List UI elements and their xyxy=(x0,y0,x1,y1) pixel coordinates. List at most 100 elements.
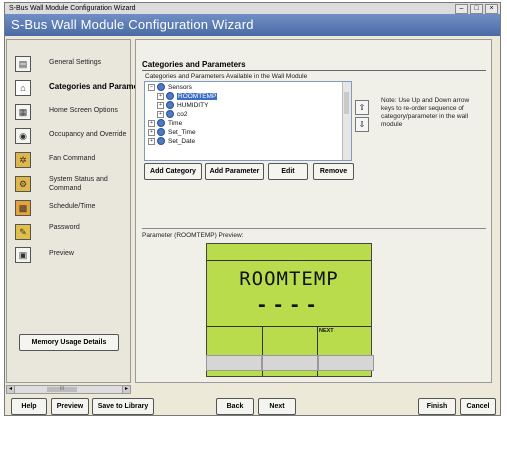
scroll-thumb[interactable]: III xyxy=(47,387,77,392)
window-controls: – □ × xyxy=(455,4,498,14)
sidebar-horizontal-scrollbar[interactable]: ◂ III ▸ xyxy=(6,385,131,394)
sidebar-item-categories[interactable]: ⌂ Categories and Parame xyxy=(11,77,138,99)
sidebar-item-home-screen[interactable]: ▦ Home Screen Options xyxy=(11,101,129,123)
lcd-softkey-button-middle[interactable] xyxy=(262,355,318,371)
sidebar-item-password[interactable]: ✎ Password xyxy=(11,221,129,243)
tree-node-set-time[interactable]: + Set_Time xyxy=(148,128,196,137)
move-down-button[interactable]: ⇩ xyxy=(355,117,369,132)
lcd-softkey-line xyxy=(207,326,371,327)
system-status-icon: ⚙ xyxy=(15,176,31,192)
building-icon: ⌂ xyxy=(15,80,31,96)
window-title: S-Bus Wall Module Configuration Wizard xyxy=(9,5,136,12)
sidebar-item-label: System Status and Command xyxy=(49,176,108,192)
preview-divider xyxy=(142,228,486,229)
lcd-value-text: ---- xyxy=(256,294,322,316)
add-parameter-button[interactable]: Add Parameter xyxy=(205,163,264,180)
sidebar-item-label: Fan Command xyxy=(49,155,96,162)
sidebar-item-label: Home Screen Options xyxy=(49,107,118,114)
minimize-button[interactable]: – xyxy=(455,4,468,14)
wizard-header-title: S-Bus Wall Module Configuration Wizard xyxy=(11,17,254,32)
expand-icon[interactable]: + xyxy=(157,92,164,100)
next-button[interactable]: Next xyxy=(258,398,296,415)
sidebar-item-label: Schedule/Time xyxy=(49,203,96,210)
maximize-button[interactable]: □ xyxy=(470,4,483,14)
sidebar-item-system-status[interactable]: ⚙ System Status and Command xyxy=(11,173,129,195)
cancel-button[interactable]: Cancel xyxy=(460,398,496,415)
sidebar-item-label: Preview xyxy=(49,250,74,257)
edit-button[interactable]: Edit xyxy=(268,163,308,180)
tree-node-co2[interactable]: + co2 xyxy=(157,110,187,119)
scroll-thumb-grip: III xyxy=(59,386,65,392)
main-panel: Categories and Parameters Categories and… xyxy=(135,39,492,383)
category-icon xyxy=(157,83,165,92)
save-to-library-button[interactable]: Save to Library xyxy=(92,398,154,415)
finish-button[interactable]: Finish xyxy=(418,398,456,415)
expand-icon[interactable]: + xyxy=(157,110,164,118)
tree-node-time[interactable]: + Time xyxy=(148,119,182,128)
scroll-right-arrow-icon[interactable]: ▸ xyxy=(122,386,130,393)
sidebar: ▤ General Settings ⌂ Categories and Para… xyxy=(6,39,138,383)
scroll-left-arrow-icon[interactable]: ◂ xyxy=(7,386,15,393)
category-icon xyxy=(157,119,165,128)
tree-node-label: HUMIDITY xyxy=(177,102,209,109)
reorder-note: Note: Use Up and Down arrow keys to re-o… xyxy=(381,97,470,128)
tree-node-humidity[interactable]: + HUMIDITY xyxy=(157,101,208,110)
preview-button[interactable]: Preview xyxy=(51,398,89,415)
tree-node-sensors[interactable]: – Sensors xyxy=(148,83,192,92)
collapse-icon[interactable]: – xyxy=(148,83,155,91)
category-icon xyxy=(157,137,165,146)
sidebar-item-schedule[interactable]: ▩ Schedule/Time xyxy=(11,197,129,219)
sidebar-item-occupancy[interactable]: ◉ Occupancy and Override xyxy=(11,125,129,147)
tree-node-label: Sensors xyxy=(168,84,192,91)
expand-icon[interactable]: + xyxy=(148,119,155,127)
help-button[interactable]: Help xyxy=(11,398,47,415)
category-tree[interactable]: – Sensors + ROOMTEMP + HUMIDITY + co2 + Time … xyxy=(144,81,352,161)
tree-node-set-date[interactable]: + Set_Date xyxy=(148,137,195,146)
parameter-icon xyxy=(166,101,174,110)
lcd-softkey-button-right[interactable] xyxy=(318,355,374,371)
tree-caption: Categories and Parameters Available in t… xyxy=(145,73,308,80)
close-button[interactable]: × xyxy=(485,4,498,14)
arrow-up-icon: ⇧ xyxy=(358,103,366,112)
expand-icon[interactable]: + xyxy=(157,101,164,109)
occupancy-icon: ◉ xyxy=(15,128,31,144)
remove-button[interactable]: Remove xyxy=(313,163,354,180)
section-divider xyxy=(142,70,486,71)
expand-icon[interactable]: + xyxy=(148,128,155,136)
tree-node-label: Set_Date xyxy=(168,138,196,145)
expand-icon[interactable]: + xyxy=(148,137,155,145)
parameter-icon xyxy=(166,92,174,101)
wizard-window: S-Bus Wall Module Configuration Wizard –… xyxy=(4,2,501,416)
key-icon: ✎ xyxy=(15,224,31,240)
settings-icon: ▤ xyxy=(15,56,31,72)
sidebar-item-label: Categories and Parame xyxy=(49,82,138,91)
category-icon xyxy=(157,128,165,137)
sidebar-item-label: General Settings xyxy=(49,59,102,66)
sidebar-item-preview[interactable]: ▣ Preview xyxy=(11,244,129,266)
parameter-icon xyxy=(166,110,174,119)
preview-icon: ▣ xyxy=(15,247,31,263)
lcd-softkey-button-left[interactable] xyxy=(206,355,262,371)
sidebar-item-fan-command[interactable]: ✲ Fan Command xyxy=(11,149,129,171)
screen-icon: ▦ xyxy=(15,104,31,120)
add-category-button[interactable]: Add Category xyxy=(144,163,202,180)
sidebar-item-label: Password xyxy=(49,224,80,231)
preview-label: Parameter (ROOMTEMP) Preview: xyxy=(142,232,244,239)
lcd-main-text: ROOMTEMP xyxy=(239,268,339,290)
fan-icon: ✲ xyxy=(15,152,31,168)
lcd-softkey-next: NEXT xyxy=(319,328,334,334)
wizard-header: S-Bus Wall Module Configuration Wizard xyxy=(5,14,500,36)
lcd-top-line xyxy=(207,260,371,261)
tree-node-roomtemp[interactable]: + ROOMTEMP xyxy=(157,92,218,101)
tree-node-label: co2 xyxy=(177,111,188,118)
memory-usage-button[interactable]: Memory Usage Details xyxy=(19,334,119,351)
tree-node-label: ROOMTEMP xyxy=(177,93,218,100)
sidebar-item-general-settings[interactable]: ▤ General Settings xyxy=(11,53,129,75)
section-title: Categories and Parameters xyxy=(142,60,246,69)
tree-vertical-scrollbar[interactable] xyxy=(342,82,351,160)
tree-node-label: Time xyxy=(168,120,183,127)
scroll-thumb[interactable] xyxy=(344,92,349,114)
move-up-button[interactable]: ⇧ xyxy=(355,100,369,115)
back-button[interactable]: Back xyxy=(216,398,254,415)
calendar-icon: ▩ xyxy=(15,200,31,216)
